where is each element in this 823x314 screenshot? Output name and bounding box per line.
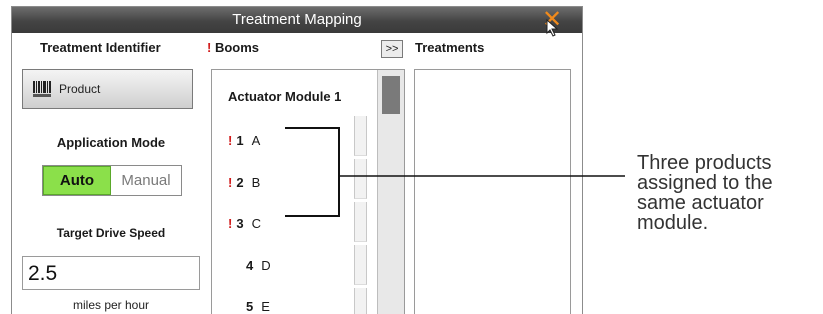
callout-text: Three products assigned to the same actu… [637,152,773,234]
